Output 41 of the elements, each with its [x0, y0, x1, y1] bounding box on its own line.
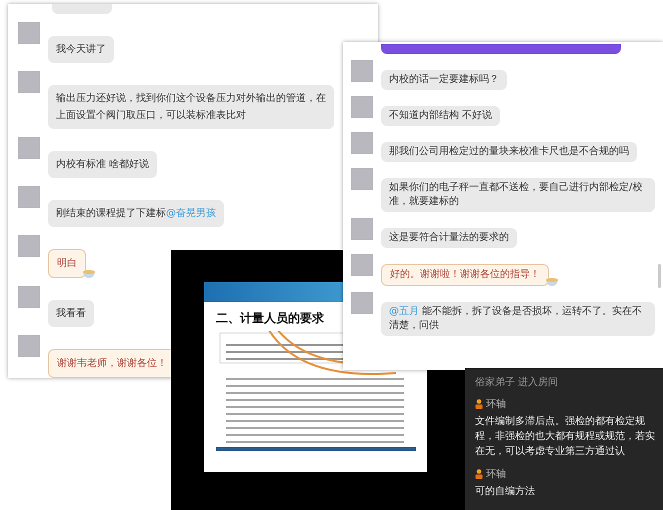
- chat-message: 如果你们的电子秤一直都不送检，要自己进行内部检定/校准，就要建标的: [381, 178, 655, 212]
- bowl-icon: [545, 276, 559, 286]
- chat-message: 明白: [48, 249, 86, 278]
- avatar: [18, 186, 40, 208]
- user-name: 环轴: [486, 468, 506, 481]
- avatar: [18, 137, 40, 159]
- chat-message: 那我们公司用检定过的量块来校准卡尺也是不合规的吗: [381, 142, 637, 162]
- chat-message: 输出压力还好说，找到你们这个设备压力对外输出的管道，在上面设置个阀门取压口，可以装标准表比对: [48, 85, 334, 129]
- chat-message: 可的自编方法: [475, 484, 536, 499]
- chat-message: 我今天讲了: [48, 36, 114, 63]
- chat-message: 好的。谢谢啦！谢谢各位的指导！: [381, 264, 549, 286]
- chat-message: 我看看: [48, 300, 94, 327]
- chat-message: 内校的话一定要建标吗？: [381, 70, 507, 90]
- avatar: [18, 22, 40, 44]
- avatar: [351, 254, 373, 276]
- mention-link[interactable]: @奋晃男孩: [166, 208, 216, 219]
- avatar: [18, 235, 40, 257]
- avatar: [351, 218, 373, 240]
- user-name: 环轴: [486, 398, 506, 411]
- message-bubble: [52, 4, 112, 14]
- avatar: [351, 60, 373, 82]
- chat-message: 内校有标准 啥都好说: [48, 151, 158, 178]
- mention-link[interactable]: @五月: [389, 306, 419, 317]
- scrollbar[interactable]: [658, 264, 661, 288]
- chat-message: @五月 能不能拆，拆了设备是否损坏，运转不了。实在不清楚，问供: [381, 302, 655, 336]
- chat-message: 这是要符合计量法的要求的: [381, 228, 517, 248]
- avatar: [351, 96, 373, 118]
- avatar: [18, 335, 40, 357]
- slide-title: 二、计量人员的要求: [215, 310, 324, 327]
- chat-message: 刚结束的课程提了下建标@奋晃男孩: [48, 200, 224, 227]
- chat-message: 文件编制多滞后点。强检的都有检定规程，非强检的也大都有规程或规范，若实在无，可以考虑专业第三方通过认: [475, 414, 655, 459]
- chat-message: 不知道内部结构 不好说: [381, 106, 500, 126]
- avatar: [351, 292, 373, 314]
- bowl-icon: [82, 268, 96, 278]
- avatar: [18, 286, 40, 308]
- avatar: [351, 168, 373, 190]
- avatar: [18, 71, 40, 93]
- user-icon: [475, 469, 483, 479]
- avatar: [351, 132, 373, 154]
- join-notice: 俗家弟子 进入房间: [475, 376, 560, 389]
- user-icon: [475, 399, 483, 409]
